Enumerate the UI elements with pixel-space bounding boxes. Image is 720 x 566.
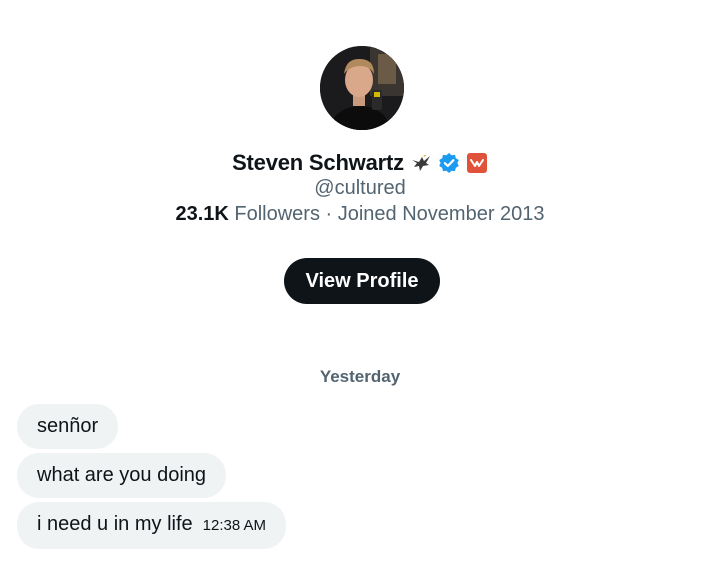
followers-count[interactable]: 23.1K — [175, 203, 228, 225]
message-text: i need u in my life — [37, 513, 193, 535]
profile-handle: @cultured — [314, 177, 406, 199]
message-timestamp: 12:38 AM — [202, 517, 267, 534]
followers-label: Followers — [228, 203, 320, 225]
avatar[interactable] — [320, 46, 404, 130]
profile-name-row: Steven Schwartz — [0, 149, 720, 177]
message-bubble[interactable]: senñor — [17, 404, 119, 449]
verified-check-icon[interactable] — [438, 152, 460, 174]
affiliate-badge-icon[interactable] — [466, 152, 488, 174]
eagle-icon — [410, 152, 432, 174]
message-text: what are you doing — [37, 464, 207, 486]
message-bubble[interactable]: what are you doing — [17, 453, 227, 498]
profile-meta: 23.1K Followers · Joined November 2013 — [0, 203, 720, 226]
date-separator: Yesterday — [319, 367, 401, 386]
joined-date: · Joined November 2013 — [319, 203, 545, 225]
message-text: senñor — [37, 415, 99, 437]
profile-name[interactable]: Steven Schwartz — [232, 150, 404, 176]
message-bubble[interactable]: i need u in my life 12:38 AM — [17, 502, 287, 549]
view-profile-button[interactable]: View Profile — [284, 258, 440, 304]
